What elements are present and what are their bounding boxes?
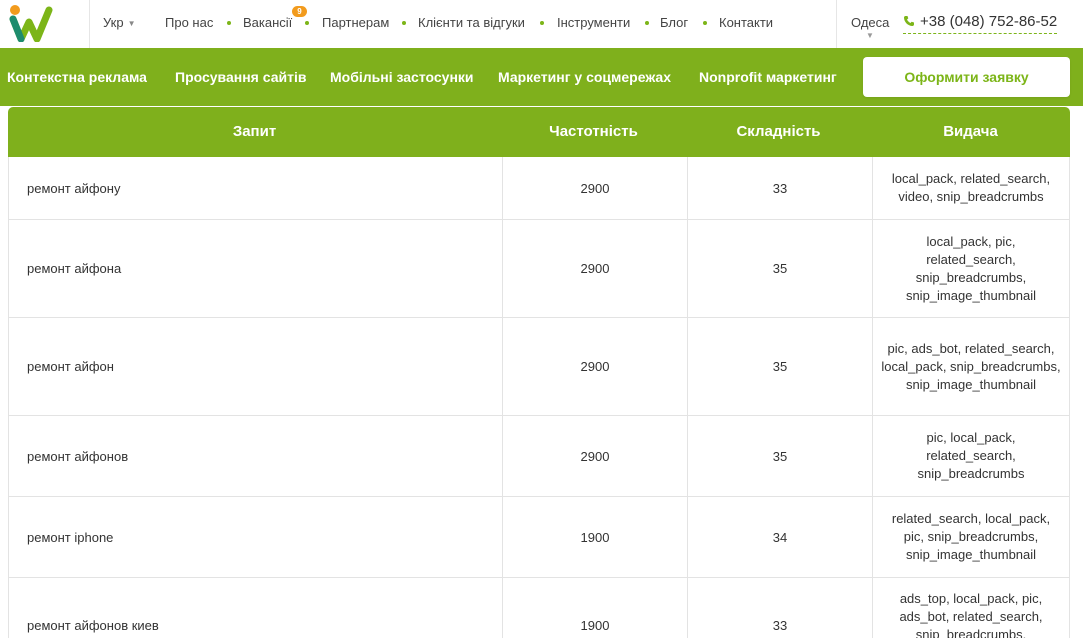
cell-difficulty: 35 xyxy=(687,318,872,415)
cell-query: ремонт айфонов xyxy=(27,448,129,464)
cell-serp: local_pack, pic, related_search, snip_br… xyxy=(872,220,1069,317)
menu-item-nonprofit[interactable]: Nonprofit маркетинг xyxy=(699,69,837,85)
language-label: Укр xyxy=(103,15,124,30)
cell-frequency: 1900 xyxy=(502,578,687,638)
cell-frequency: 2900 xyxy=(502,220,687,317)
nav-contacts[interactable]: Контакти xyxy=(719,15,773,30)
cell-frequency: 1900 xyxy=(502,497,687,577)
column-header-frequency: Частотність xyxy=(549,123,638,140)
table-row: ремонт айфона 2900 35 local_pack, pic, r… xyxy=(8,220,1070,318)
cell-serp: related_search, local_pack, pic, snip_br… xyxy=(872,497,1069,577)
phone-number: +38 (048) 752-86-52 xyxy=(920,13,1058,30)
cell-difficulty: 34 xyxy=(687,497,872,577)
language-switcher[interactable]: Укр ▼ xyxy=(103,15,136,30)
cell-query: ремонт айфона xyxy=(27,261,122,276)
cell-difficulty: 35 xyxy=(687,220,872,317)
chevron-down-icon: ▼ xyxy=(127,19,136,28)
menu-item-seo[interactable]: Просування сайтів xyxy=(175,69,306,85)
nav-dot xyxy=(703,21,707,25)
table-row: ремонт айфон 2900 35 pic, ads_bot, relat… xyxy=(8,318,1070,416)
nav-dot xyxy=(402,21,406,25)
cell-serp: local_pack, related_search, video, snip_… xyxy=(872,157,1069,219)
cell-query: ремонт айфону xyxy=(27,180,121,196)
column-header-query: Запит xyxy=(232,123,277,140)
nav-dot xyxy=(305,21,309,25)
table-row: ремонт айфону 2900 33 local_pack, relate… xyxy=(8,157,1070,220)
divider xyxy=(836,0,837,48)
cell-frequency: 2900 xyxy=(502,318,687,415)
cell-frequency: 2900 xyxy=(502,416,687,496)
divider xyxy=(89,0,90,48)
nav-blog[interactable]: Блог xyxy=(660,15,688,30)
cell-serp: ads_top, local_pack, pic, ads_bot, relat… xyxy=(872,578,1069,638)
cell-frequency: 2900 xyxy=(502,157,687,219)
nav-dot xyxy=(645,21,649,25)
cell-difficulty: 33 xyxy=(687,157,872,219)
cell-serp: pic, local_pack, related_search, snip_br… xyxy=(872,416,1069,496)
menu-item-mobile-apps[interactable]: Мобільні застосунки xyxy=(330,69,474,85)
menu-item-smm[interactable]: Маркетинг у соцмережах xyxy=(498,69,671,85)
column-header-difficulty: Складність xyxy=(736,123,821,140)
city-selector[interactable]: Одеса xyxy=(851,15,889,30)
cell-query: ремонт айфонов киев xyxy=(27,618,159,633)
chevron-down-icon: ▼ xyxy=(866,31,874,40)
order-request-button[interactable]: Оформити заявку xyxy=(863,57,1070,97)
table-row: ремонт iphone 1900 34 related_search, lo… xyxy=(8,497,1070,578)
column-header-serp: Видача xyxy=(943,123,998,140)
phone-link[interactable]: +38 (048) 752-86-52 xyxy=(903,13,1058,34)
table-row: ремонт айфонов 2900 35 pic, local_pack, … xyxy=(8,416,1070,497)
nav-tools[interactable]: Інструменти xyxy=(557,15,630,30)
cell-query: ремонт iphone xyxy=(27,529,114,545)
keywords-table: Запит Частотність Складність Видача ремо… xyxy=(8,107,1070,638)
cell-difficulty: 33 xyxy=(687,578,872,638)
cell-query: ремонт айфон xyxy=(27,359,114,374)
cell-serp: pic, ads_bot, related_search, local_pack… xyxy=(872,318,1069,415)
nav-dot xyxy=(227,21,231,25)
phone-icon xyxy=(904,16,914,26)
logo-icon[interactable] xyxy=(9,4,64,42)
vacancies-badge: 9 xyxy=(292,6,307,17)
nav-clients[interactable]: Клієнти та відгуки xyxy=(418,15,525,30)
cell-difficulty: 35 xyxy=(687,416,872,496)
nav-partners[interactable]: Партнерам xyxy=(322,15,389,30)
table-row: ремонт айфонов киев 1900 33 ads_top, loc… xyxy=(8,578,1070,638)
top-bar: Укр ▼ Про нас Вакансії 9 Партнерам Клієнт… xyxy=(0,0,1083,48)
menu-item-ppc[interactable]: Контекстна реклама xyxy=(7,69,147,85)
table-header: Запит Частотність Складність Видача xyxy=(8,107,1070,157)
nav-about[interactable]: Про нас xyxy=(165,15,213,30)
nav-dot xyxy=(540,21,544,25)
nav-vacancies[interactable]: Вакансії xyxy=(243,15,292,30)
